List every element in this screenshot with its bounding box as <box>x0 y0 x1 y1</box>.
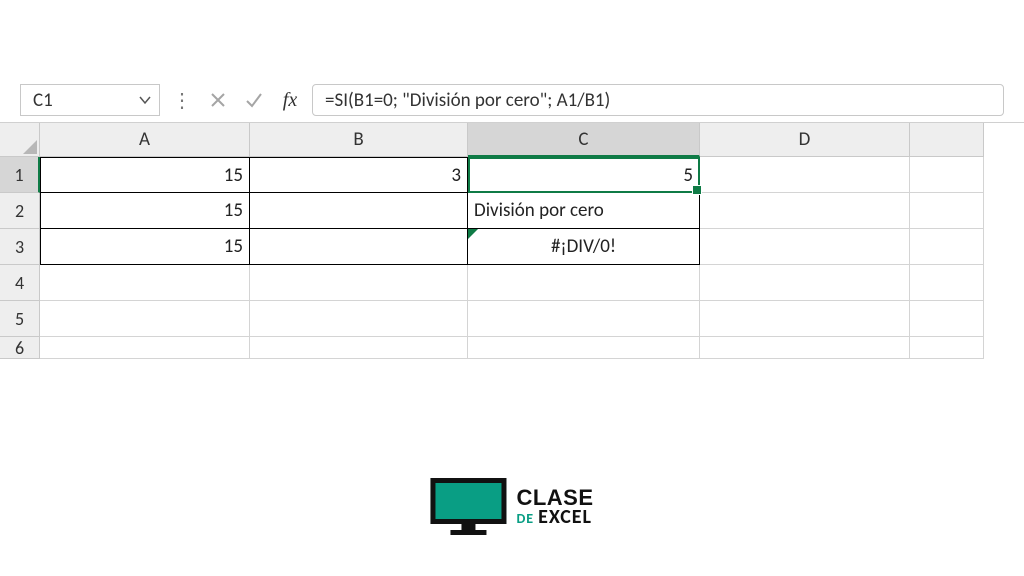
enter-button[interactable] <box>240 84 268 116</box>
cell-c5[interactable] <box>468 301 700 337</box>
insert-function-button[interactable]: fx <box>276 84 304 116</box>
cell-d6[interactable] <box>700 337 910 359</box>
cell-d4[interactable] <box>700 265 910 301</box>
cell-a2[interactable]: 15 <box>40 193 250 229</box>
cell-d5[interactable] <box>700 301 910 337</box>
separator-dots-icon: ⋮ <box>168 88 196 113</box>
cell-e6[interactable] <box>910 337 984 359</box>
col-header-e[interactable] <box>910 123 984 157</box>
spreadsheet-grid[interactable]: A B C D 1 15 3 5 2 15 División por cero … <box>0 123 1024 359</box>
cell-e3[interactable] <box>910 229 984 265</box>
logo-line2: EXCEL <box>538 505 592 529</box>
cell-d3[interactable] <box>700 229 910 265</box>
cell-c6[interactable] <box>468 337 700 359</box>
cell-b2[interactable] <box>250 193 468 229</box>
col-header-c[interactable]: C <box>468 123 700 157</box>
cell-b1[interactable]: 3 <box>250 157 468 193</box>
cell-b5[interactable] <box>250 301 468 337</box>
row-header-4[interactable]: 4 <box>0 265 40 301</box>
cell-a4[interactable] <box>40 265 250 301</box>
cell-b4[interactable] <box>250 265 468 301</box>
cell-a1[interactable]: 15 <box>40 157 250 193</box>
select-all-corner[interactable] <box>0 123 40 157</box>
name-box[interactable]: C1 <box>20 84 160 116</box>
row-header-5[interactable]: 5 <box>0 301 40 337</box>
col-header-d[interactable]: D <box>700 123 910 157</box>
cell-b6[interactable] <box>250 337 468 359</box>
cell-c1[interactable]: 5 <box>468 157 700 193</box>
chevron-down-icon <box>139 89 151 112</box>
monitor-icon <box>430 478 506 536</box>
cancel-button[interactable] <box>204 84 232 116</box>
cell-c3-value: #¡DIV/0! <box>551 235 616 258</box>
cell-e4[interactable] <box>910 265 984 301</box>
cell-c2[interactable]: División por cero <box>468 193 700 229</box>
cell-a6[interactable] <box>40 337 250 359</box>
cell-d2[interactable] <box>700 193 910 229</box>
row-header-1[interactable]: 1 <box>0 157 40 193</box>
cell-d1[interactable] <box>700 157 910 193</box>
cell-c3[interactable]: #¡DIV/0! <box>468 229 700 265</box>
row-header-3[interactable]: 3 <box>0 229 40 265</box>
cell-e5[interactable] <box>910 301 984 337</box>
cell-e1[interactable] <box>910 157 984 193</box>
formula-text: =SI(B1=0; "División por cero"; A1/B1) <box>325 89 610 112</box>
brand-logo: CLASE DEEXCEL <box>430 478 593 536</box>
col-header-a[interactable]: A <box>40 123 250 157</box>
row-header-6[interactable]: 6 <box>0 337 40 359</box>
row-header-2[interactable]: 2 <box>0 193 40 229</box>
cell-a5[interactable] <box>40 301 250 337</box>
cell-e2[interactable] <box>910 193 984 229</box>
logo-de: DE <box>516 510 534 527</box>
error-flag-icon <box>468 229 478 239</box>
cell-a3[interactable]: 15 <box>40 229 250 265</box>
cell-b3[interactable] <box>250 229 468 265</box>
name-box-value: C1 <box>33 89 53 112</box>
cell-c4[interactable] <box>468 265 700 301</box>
col-header-b[interactable]: B <box>250 123 468 157</box>
formula-input[interactable]: =SI(B1=0; "División por cero"; A1/B1) <box>312 84 1004 116</box>
